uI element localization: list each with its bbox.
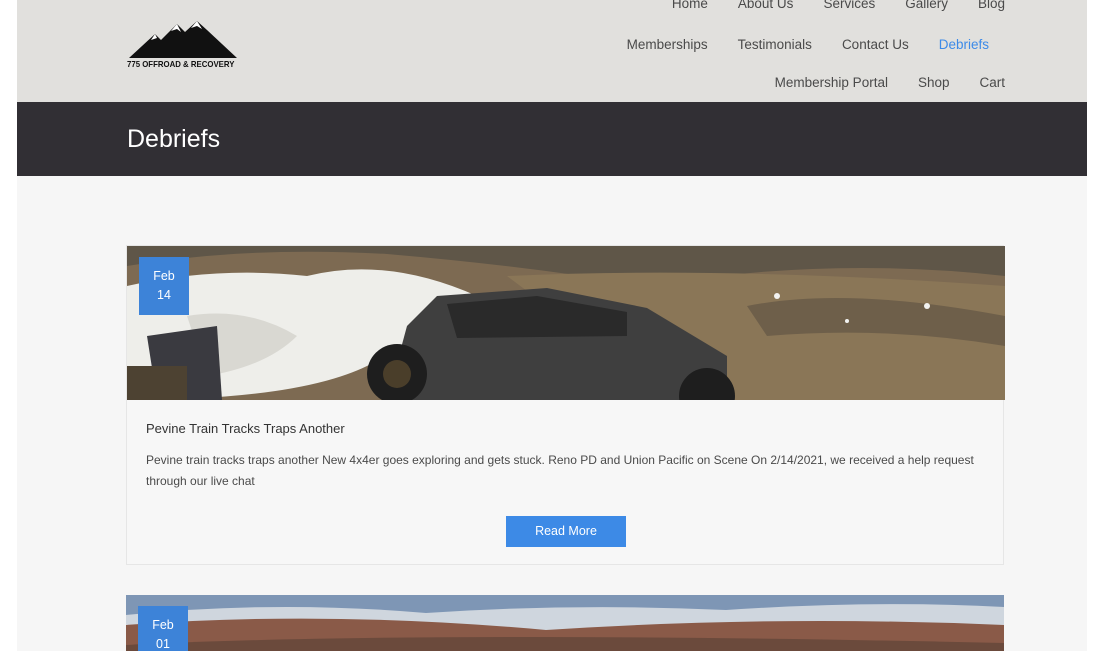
post-date-day: 01: [156, 637, 170, 651]
page: 775 OFFROAD & RECOVERY Home About Us Ser…: [17, 0, 1087, 651]
read-more-button[interactable]: Read More: [506, 516, 626, 547]
post-card: Feb 14 Pevine Train Tracks Traps Another…: [126, 245, 1005, 565]
post-title[interactable]: Pevine Train Tracks Traps Another: [146, 421, 345, 436]
post-date-badge: Feb 01: [138, 606, 188, 651]
mountain-logo-icon: [129, 21, 237, 58]
nav-blog[interactable]: Blog: [978, 0, 1005, 11]
post-date-badge: Feb 14: [139, 257, 189, 315]
nav-about-us[interactable]: About Us: [738, 0, 794, 11]
nav-services[interactable]: Services: [823, 0, 875, 11]
nav-cart[interactable]: Cart: [979, 75, 1005, 90]
nav-memberships[interactable]: Memberships: [627, 37, 708, 52]
logo-wordmark: 775 OFFROAD & RECOVERY: [127, 59, 235, 69]
nav-gallery[interactable]: Gallery: [905, 0, 948, 11]
nav-row-2: Memberships Testimonials Contact Us Debr…: [597, 37, 989, 52]
nav-membership-portal[interactable]: Membership Portal: [775, 75, 888, 90]
post-date-month: Feb: [152, 618, 174, 632]
jeep-photo: [127, 246, 1005, 400]
post-excerpt: Pevine train tracks traps another New 4x…: [146, 453, 974, 488]
nav-shop[interactable]: Shop: [918, 75, 950, 90]
nav-contact-us[interactable]: Contact Us: [842, 37, 909, 52]
post-image[interactable]: Feb 14: [127, 246, 1005, 400]
post-date-day: 14: [157, 288, 171, 302]
page-title-band: Debriefs: [17, 102, 1087, 176]
post-card: Feb 01: [126, 595, 1004, 651]
nav-row-3: Membership Portal Shop Cart: [745, 75, 1005, 90]
page-title: Debriefs: [127, 125, 221, 153]
site-logo[interactable]: 775 OFFROAD & RECOVERY: [127, 18, 247, 72]
site-header: 775 OFFROAD & RECOVERY Home About Us Ser…: [17, 0, 1087, 102]
post-date-month: Feb: [153, 269, 175, 283]
nav-testimonials[interactable]: Testimonials: [738, 37, 812, 52]
nav-row-1: Home About Us Services Gallery Blog: [642, 0, 1005, 11]
nav-home[interactable]: Home: [672, 0, 708, 11]
landscape-photo[interactable]: [126, 595, 1004, 651]
nav-debriefs[interactable]: Debriefs: [939, 37, 989, 52]
